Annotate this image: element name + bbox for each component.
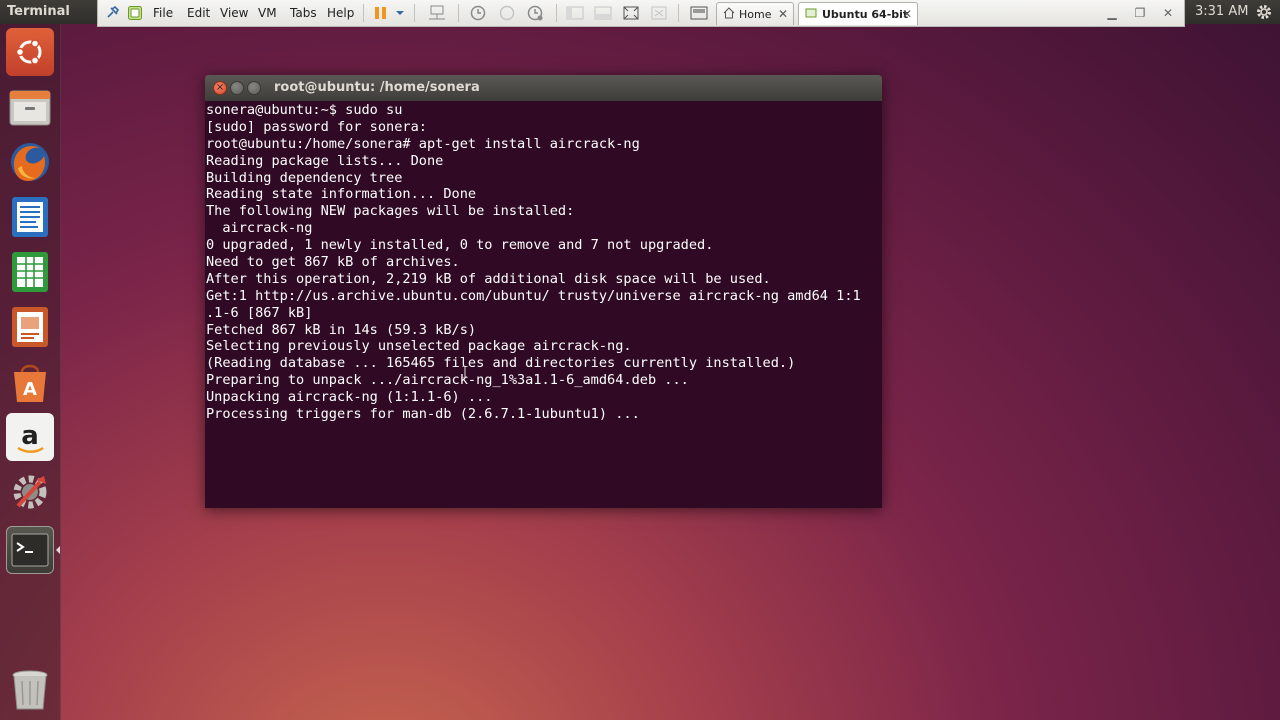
chevron-down-icon[interactable] xyxy=(395,0,405,26)
amazon-icon[interactable]: a xyxy=(6,413,54,461)
libreoffice-writer-icon[interactable] xyxy=(6,193,54,241)
menu-vm[interactable]: VM xyxy=(258,0,277,26)
maximize-icon[interactable] xyxy=(247,81,261,95)
close-icon[interactable]: × xyxy=(213,81,227,95)
close-icon[interactable]: ✕ xyxy=(778,7,788,21)
terminal-line: Preparing to unpack .../aircrack-ng_1%3a… xyxy=(206,372,689,389)
svg-text:a: a xyxy=(21,421,39,451)
launcher: A a xyxy=(0,24,61,720)
toolbar-divider xyxy=(458,4,459,22)
tab-label: Home xyxy=(739,7,772,21)
terminal-line: Selecting previously unselected package … xyxy=(206,338,632,355)
sidebar-toggle-icon[interactable] xyxy=(566,0,584,26)
terminal-line: Need to get 867 kB of archives. xyxy=(206,254,460,271)
terminal-line: Building dependency tree xyxy=(206,169,403,186)
terminal-line: 0 upgraded, 1 newly installed, 0 to remo… xyxy=(206,237,714,254)
terminal-line: .1-6 [867 kB] xyxy=(206,304,313,321)
terminal-line: Get:1 http://us.archive.ubuntu.com/ubunt… xyxy=(206,287,861,304)
active-app-indicator xyxy=(56,546,60,554)
ubuntu-logo-icon[interactable] xyxy=(6,28,54,76)
library-icon[interactable] xyxy=(690,0,708,26)
tab-home[interactable]: Home ✕ xyxy=(716,2,794,25)
menu-file[interactable]: File xyxy=(153,0,173,26)
firefox-icon[interactable] xyxy=(6,138,54,186)
menu-help[interactable]: Help xyxy=(327,0,354,26)
system-settings-icon[interactable] xyxy=(6,468,54,516)
tab-label: Ubuntu 64-bit xyxy=(822,7,909,21)
snapshot-manager-icon[interactable] xyxy=(526,0,544,26)
terminal-line: [sudo] password for sonera: xyxy=(206,118,427,135)
vm-icon xyxy=(805,7,817,22)
libreoffice-impress-icon[interactable] xyxy=(6,303,54,351)
terminal-line: root@ubuntu:/home/sonera# apt-get instal… xyxy=(206,135,640,152)
file-manager-icon[interactable] xyxy=(6,83,54,131)
terminal-icon[interactable] xyxy=(6,526,54,574)
snapshot-revert-icon xyxy=(498,0,516,26)
session-gear-icon[interactable] xyxy=(1255,3,1273,21)
menu-tabs[interactable]: Tabs xyxy=(290,0,317,26)
terminal-line: Processing triggers for man-db (2.6.7.1-… xyxy=(206,406,640,423)
restore-icon[interactable]: ❐ xyxy=(1133,6,1147,20)
terminal-line: Unpacking aircrack-ng (1:1.1-6) ... xyxy=(206,389,493,406)
full-screen-icon[interactable] xyxy=(622,0,640,26)
terminal-line: sonera@ubuntu:~$ sudo su xyxy=(206,102,403,118)
toolbar-divider xyxy=(414,4,415,22)
terminal-line: The following NEW packages will be insta… xyxy=(206,203,575,220)
close-icon[interactable]: ✕ xyxy=(1161,6,1175,20)
active-app-name: Terminal xyxy=(7,4,70,19)
trash-icon[interactable] xyxy=(6,665,54,713)
toolbar-divider xyxy=(363,4,364,22)
terminal-line: After this operation, 2,219 kB of additi… xyxy=(206,270,771,287)
terminal-line: aircrack-ng xyxy=(206,220,313,237)
window-title: root@ubuntu: /home/sonera xyxy=(274,80,480,95)
libreoffice-calc-icon[interactable] xyxy=(6,248,54,296)
tab-ubuntu-64-bit[interactable]: Ubuntu 64-bit ✕ xyxy=(798,2,918,25)
terminal-line: (Reading database ... 165465 files and d… xyxy=(206,355,796,372)
clock[interactable]: 3:31 AM xyxy=(1195,4,1248,19)
terminal-line: Reading state information... Done xyxy=(206,186,477,203)
window-titlebar[interactable]: × root@ubuntu: /home/sonera xyxy=(205,75,882,101)
terminal-window: × root@ubuntu: /home/sonera sonera@ubunt… xyxy=(205,75,882,508)
software-center-icon[interactable]: A xyxy=(6,358,54,406)
pause-icon[interactable] xyxy=(374,0,388,26)
snapshot-icon[interactable] xyxy=(469,0,487,26)
terminal-output[interactable]: sonera@ubuntu:~$ sudo su [sudo] password… xyxy=(205,101,882,508)
network-icon[interactable] xyxy=(428,0,446,26)
toolbar-divider xyxy=(678,4,679,22)
svg-text:A: A xyxy=(23,379,37,400)
unity-mode-icon xyxy=(650,0,668,26)
terminal-line: Fetched 867 kB in 14s (59.3 kB/s) xyxy=(206,321,477,338)
close-icon[interactable]: ✕ xyxy=(902,7,912,21)
home-icon xyxy=(723,6,735,22)
pin-icon[interactable] xyxy=(104,0,120,26)
minimize-icon[interactable] xyxy=(230,81,244,95)
terminal-line: Reading package lists... Done xyxy=(206,152,444,169)
vm-power-icon[interactable] xyxy=(127,0,143,26)
vm-toolbar: File Edit View VM Tabs Help Home ✕ Ubunt… xyxy=(97,0,1185,27)
text-cursor-icon xyxy=(462,363,468,379)
menu-view[interactable]: View xyxy=(220,0,248,26)
menu-edit[interactable]: Edit xyxy=(187,0,210,26)
toolbar-divider xyxy=(556,4,557,22)
minimize-icon[interactable]: ▁ xyxy=(1105,6,1119,20)
console-view-icon[interactable] xyxy=(594,0,612,26)
